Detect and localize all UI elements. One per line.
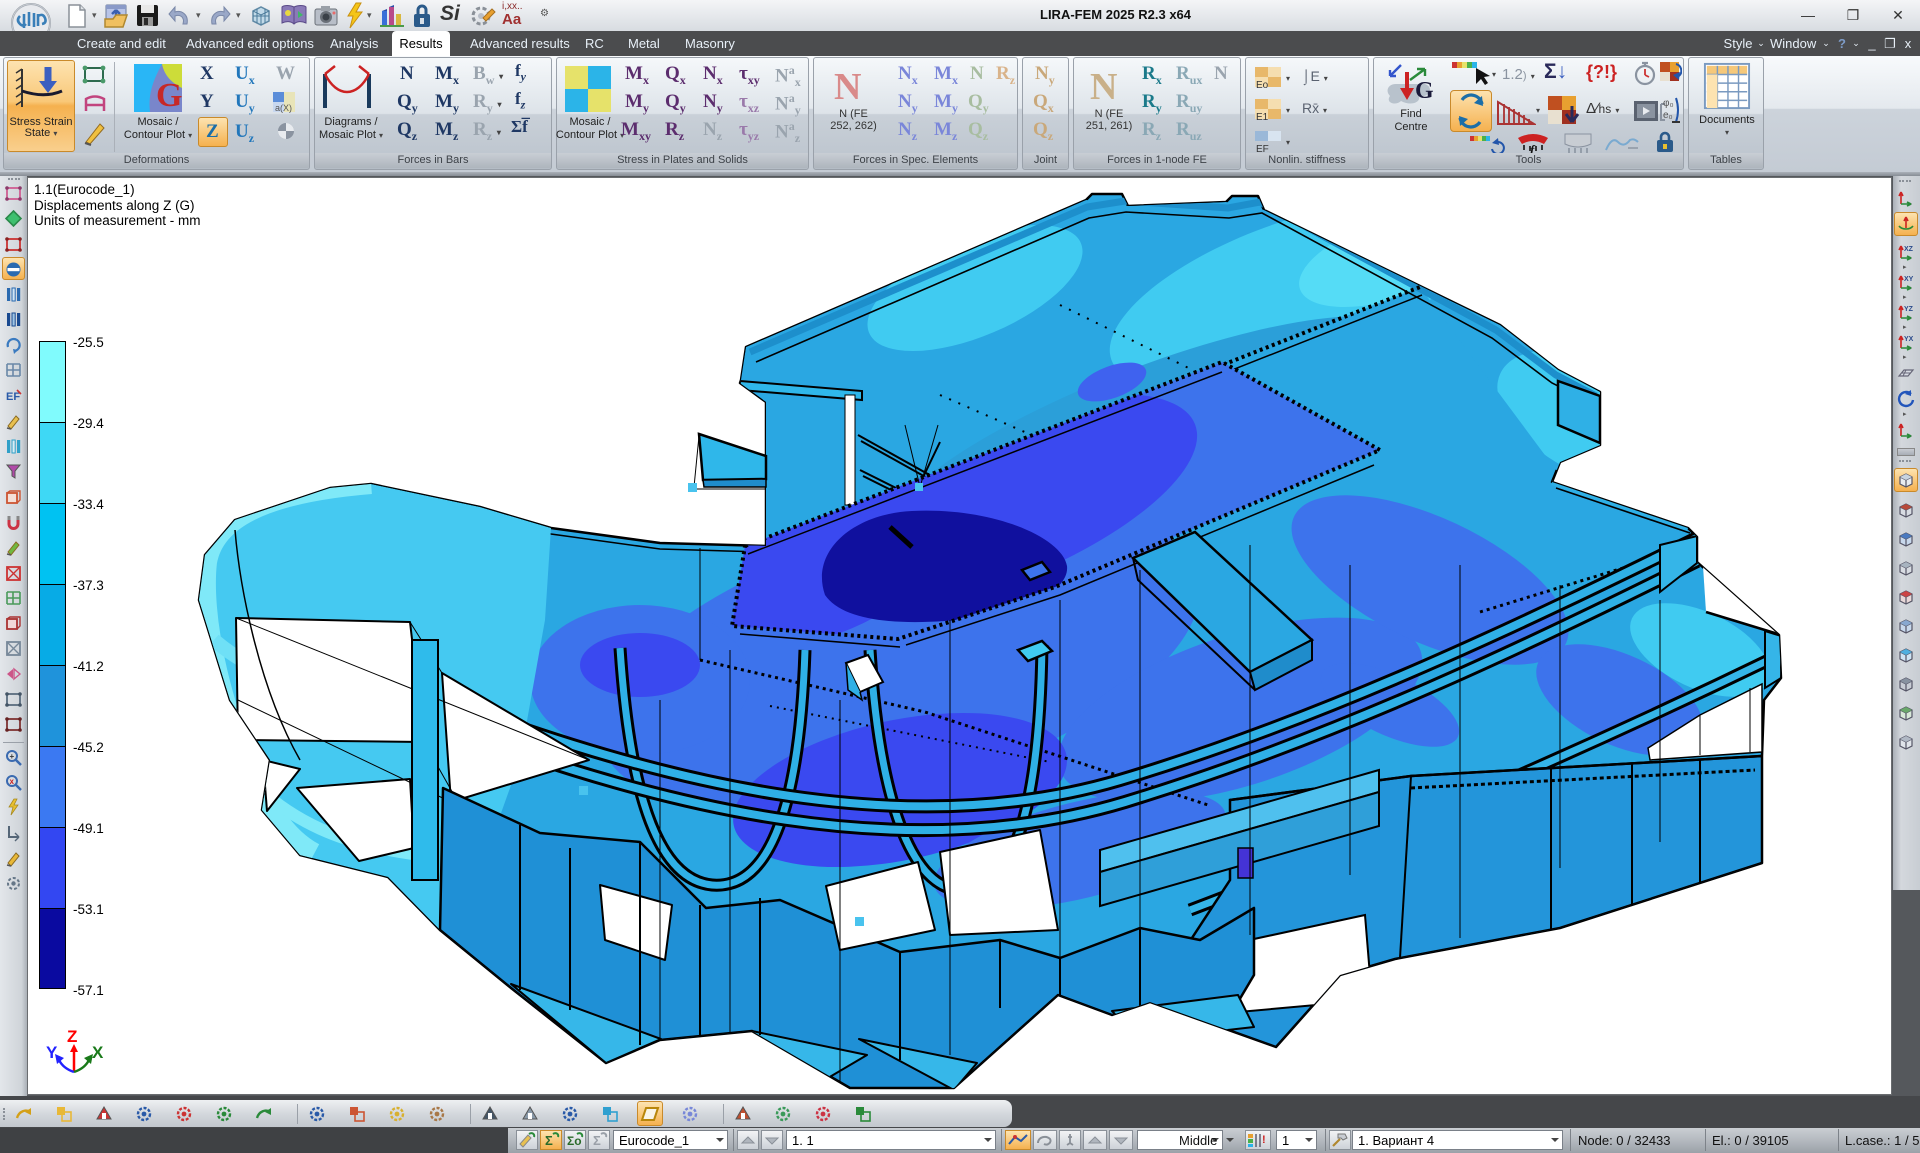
svg-text:YX: YX bbox=[1904, 336, 1914, 343]
svg-text:YZ: YZ bbox=[1904, 306, 1914, 313]
svg-text:G: G bbox=[1415, 78, 1434, 104]
svg-text:φ₀: φ₀ bbox=[1663, 98, 1674, 109]
svg-text:E1: E1 bbox=[1256, 112, 1269, 122]
svg-text:G: G bbox=[156, 77, 182, 114]
svg-text:Σ: Σ bbox=[545, 1133, 553, 1148]
svg-text:x: x bbox=[10, 777, 15, 786]
svg-text:+: + bbox=[10, 752, 15, 761]
svg-text:EF: EF bbox=[6, 391, 20, 403]
svg-text:e₀: e₀ bbox=[1663, 110, 1673, 121]
svg-text:Σ: Σ bbox=[593, 1133, 601, 1148]
svg-text:a(X): a(X) bbox=[275, 103, 292, 113]
svg-text:Eo: Eo bbox=[1256, 80, 1269, 90]
svg-text:!: ! bbox=[1262, 1134, 1266, 1146]
svg-text:Σo: Σo bbox=[567, 1134, 582, 1148]
svg-text:XZ: XZ bbox=[1904, 246, 1914, 253]
svg-text:XY: XY bbox=[1904, 276, 1914, 283]
